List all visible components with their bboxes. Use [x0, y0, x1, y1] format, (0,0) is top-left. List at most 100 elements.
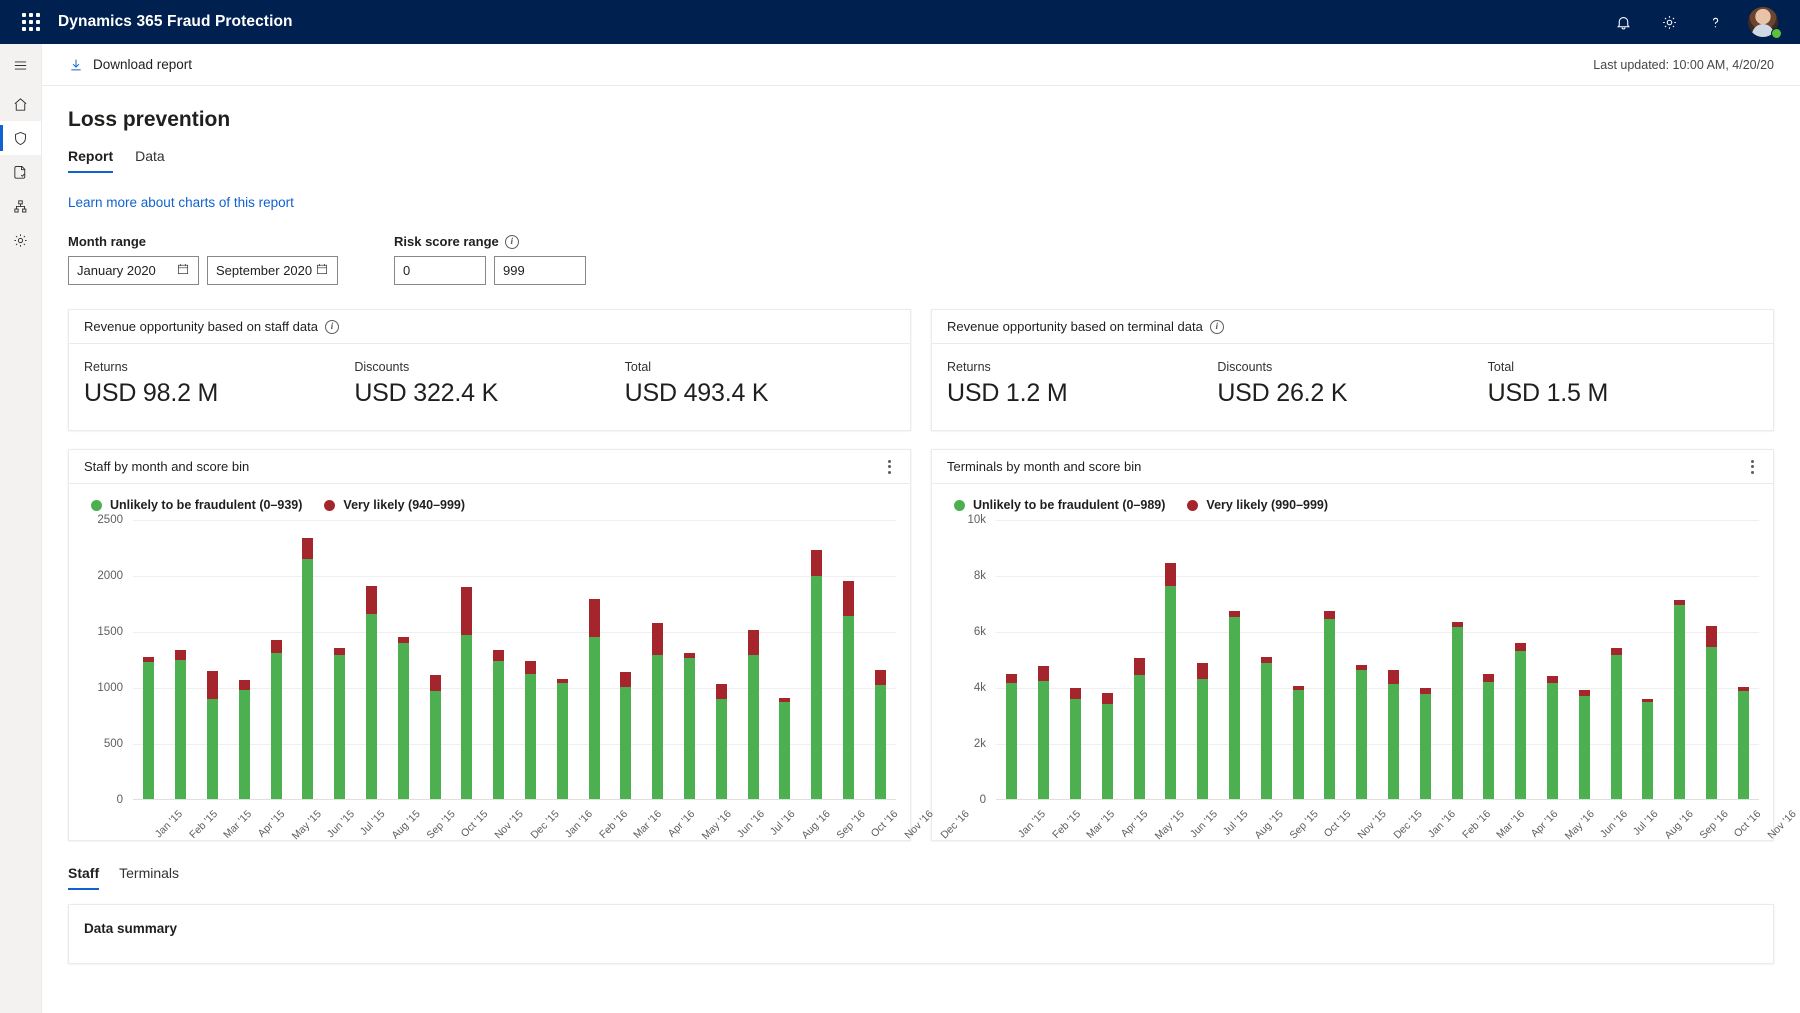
stacked-bar[interactable]	[366, 586, 377, 799]
bar-segment-very-likely[interactable]	[398, 637, 409, 644]
bar-segment-very-likely[interactable]	[175, 650, 186, 660]
bar-segment-very-likely[interactable]	[461, 587, 472, 635]
more-options-icon[interactable]	[884, 456, 895, 478]
sidebar-item-settings[interactable]	[0, 223, 41, 257]
stacked-bar[interactable]	[1420, 688, 1431, 799]
tab-terminals[interactable]: Terminals	[119, 865, 179, 890]
bar-segment-unlikely[interactable]	[1261, 663, 1272, 799]
download-report-button[interactable]: Download report	[68, 57, 192, 73]
bar-segment-unlikely[interactable]	[1070, 699, 1081, 799]
bar-segment-unlikely[interactable]	[1197, 679, 1208, 799]
bar-segment-unlikely[interactable]	[1579, 696, 1590, 799]
bar-segment-very-likely[interactable]	[1547, 676, 1558, 684]
bar-segment-unlikely[interactable]	[461, 635, 472, 799]
sidebar-item-reports[interactable]	[0, 155, 41, 189]
bar-segment-very-likely[interactable]	[493, 650, 504, 661]
bar-segment-unlikely[interactable]	[398, 643, 409, 799]
stacked-bar[interactable]	[302, 538, 313, 799]
bar-segment-very-likely[interactable]	[207, 671, 218, 699]
bar-segment-unlikely[interactable]	[1483, 682, 1494, 799]
bar-segment-very-likely[interactable]	[302, 538, 313, 559]
stacked-bar[interactable]	[1165, 563, 1176, 799]
bar-segment-unlikely[interactable]	[1388, 684, 1399, 799]
bar-segment-very-likely[interactable]	[1388, 670, 1399, 684]
stacked-bar[interactable]	[1547, 676, 1558, 799]
tab-report[interactable]: Report	[68, 148, 113, 173]
stacked-bar[interactable]	[1706, 626, 1717, 799]
stacked-bar[interactable]	[175, 650, 186, 799]
bar-segment-unlikely[interactable]	[748, 655, 759, 799]
sidebar-item-hierarchy[interactable]	[0, 189, 41, 223]
stacked-bar[interactable]	[1642, 699, 1653, 799]
bar-segment-unlikely[interactable]	[652, 655, 663, 799]
bar-segment-unlikely[interactable]	[366, 614, 377, 799]
stacked-bar[interactable]	[1070, 688, 1081, 799]
bar-segment-very-likely[interactable]	[1515, 643, 1526, 651]
bar-segment-unlikely[interactable]	[1006, 683, 1017, 799]
legend-item-very-likely[interactable]: Very likely (940–999)	[324, 498, 465, 512]
bar-segment-very-likely[interactable]	[843, 581, 854, 617]
bar-segment-unlikely[interactable]	[239, 690, 250, 799]
bar-segment-unlikely[interactable]	[811, 576, 822, 799]
bar-segment-unlikely[interactable]	[1293, 690, 1304, 799]
tab-staff[interactable]: Staff	[68, 865, 99, 890]
stacked-bar[interactable]	[143, 657, 154, 799]
bar-segment-unlikely[interactable]	[1515, 651, 1526, 799]
stacked-bar[interactable]	[1134, 658, 1145, 799]
stacked-bar[interactable]	[875, 670, 886, 799]
bar-segment-unlikely[interactable]	[1611, 655, 1622, 799]
waffle-icon[interactable]	[14, 5, 48, 39]
bar-segment-unlikely[interactable]	[175, 660, 186, 799]
stacked-bar[interactable]	[1356, 665, 1367, 799]
bar-segment-unlikely[interactable]	[1738, 691, 1749, 799]
bar-segment-very-likely[interactable]	[716, 684, 727, 700]
tab-data[interactable]: Data	[135, 148, 165, 173]
gear-icon[interactable]	[1648, 0, 1690, 44]
bar-segment-very-likely[interactable]	[589, 599, 600, 637]
bar-segment-unlikely[interactable]	[493, 661, 504, 799]
stacked-bar[interactable]	[1611, 648, 1622, 799]
stacked-bar[interactable]	[1324, 611, 1335, 799]
stacked-bar[interactable]	[271, 640, 282, 799]
stacked-bar[interactable]	[1483, 674, 1494, 799]
info-icon[interactable]: i	[325, 320, 339, 334]
stacked-bar[interactable]	[1229, 611, 1240, 799]
month-range-from-input[interactable]: January 2020	[68, 256, 199, 285]
legend-item-unlikely[interactable]: Unlikely to be fraudulent (0–989)	[954, 498, 1165, 512]
bar-segment-unlikely[interactable]	[557, 683, 568, 799]
notification-bell-icon[interactable]	[1602, 0, 1644, 44]
stacked-bar[interactable]	[1261, 657, 1272, 799]
bar-segment-very-likely[interactable]	[811, 550, 822, 576]
stacked-bar[interactable]	[1038, 666, 1049, 799]
bar-segment-unlikely[interactable]	[684, 658, 695, 799]
bar-segment-very-likely[interactable]	[1483, 674, 1494, 682]
stacked-bar[interactable]	[493, 650, 504, 799]
calendar-icon[interactable]	[315, 262, 329, 279]
bar-segment-very-likely[interactable]	[875, 670, 886, 685]
bar-segment-very-likely[interactable]	[748, 630, 759, 654]
stacked-bar[interactable]	[748, 630, 759, 799]
bar-segment-very-likely[interactable]	[1165, 563, 1176, 587]
bar-segment-unlikely[interactable]	[779, 702, 790, 799]
bar-segment-unlikely[interactable]	[1706, 647, 1717, 799]
bar-segment-very-likely[interactable]	[1706, 626, 1717, 647]
bar-segment-unlikely[interactable]	[1547, 683, 1558, 799]
stacked-bar[interactable]	[1197, 663, 1208, 799]
avatar[interactable]	[1740, 0, 1786, 44]
bar-segment-unlikely[interactable]	[1452, 627, 1463, 799]
stacked-bar[interactable]	[239, 680, 250, 799]
stacked-bar[interactable]	[779, 698, 790, 799]
stacked-bar[interactable]	[684, 653, 695, 799]
hamburger-menu-icon[interactable]	[0, 48, 41, 82]
bar-segment-unlikely[interactable]	[716, 699, 727, 799]
bar-segment-unlikely[interactable]	[1356, 670, 1367, 799]
bar-segment-unlikely[interactable]	[1324, 619, 1335, 799]
risk-score-max-input[interactable]: 999	[494, 256, 586, 285]
stacked-bar[interactable]	[811, 550, 822, 799]
stacked-bar[interactable]	[430, 675, 441, 799]
bar-segment-unlikely[interactable]	[589, 637, 600, 799]
stacked-bar[interactable]	[652, 623, 663, 799]
bar-segment-unlikely[interactable]	[525, 674, 536, 799]
stacked-bar[interactable]	[1674, 600, 1685, 799]
learn-more-link[interactable]: Learn more about charts of this report	[68, 195, 294, 210]
